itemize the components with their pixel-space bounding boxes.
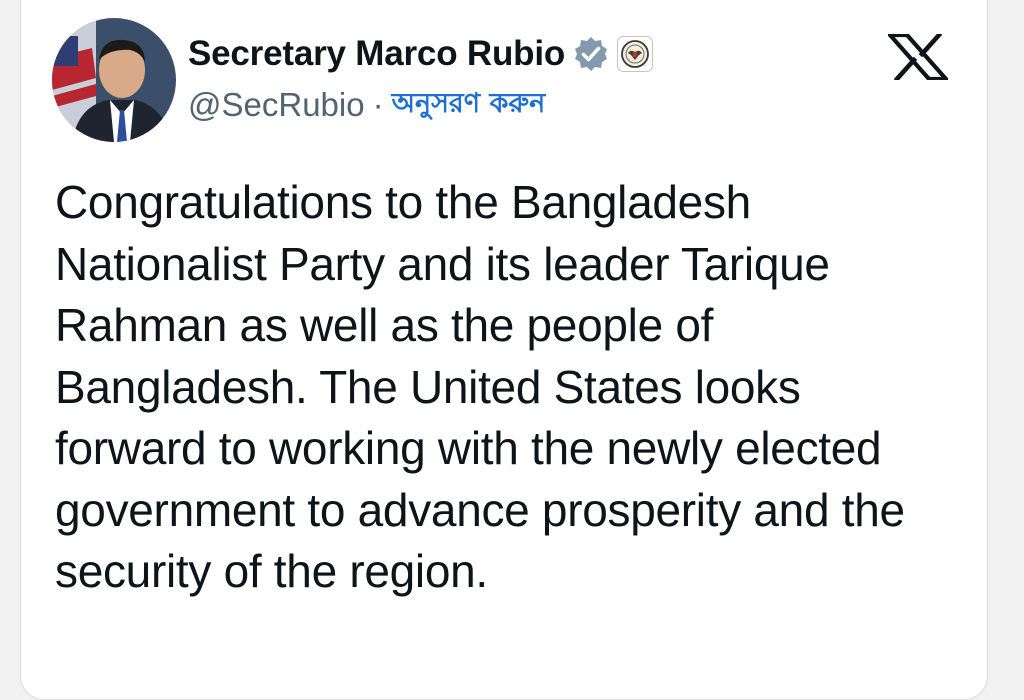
tweet-text: Congratulations to the Bangladesh Nation… <box>55 176 905 597</box>
avatar[interactable] <box>52 18 176 142</box>
author-handle-row: @SecRubio · অনুসরণ করুন <box>188 82 545 128</box>
separator-dot: · <box>372 86 384 123</box>
x-logo-icon[interactable] <box>885 31 951 83</box>
verified-badge-icon <box>573 36 609 72</box>
author-handle[interactable]: @SecRubio <box>188 86 365 124</box>
state-department-seal-icon[interactable] <box>617 36 654 72</box>
follow-button[interactable]: অনুসরণ করুন <box>392 83 546 128</box>
author-name-row: Secretary Marco Rubio <box>188 28 654 80</box>
author-display-name[interactable]: Secretary Marco Rubio <box>188 34 565 74</box>
